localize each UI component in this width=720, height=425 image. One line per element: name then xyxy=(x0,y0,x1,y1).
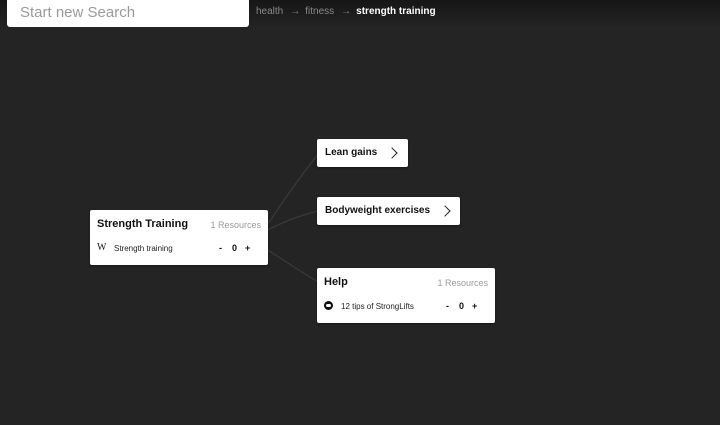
link-help xyxy=(267,249,319,283)
downvote-button[interactable]: - xyxy=(446,301,449,311)
vote-count: 0 xyxy=(232,243,238,253)
topic-title[interactable]: Strength Training xyxy=(97,218,188,230)
reddit-face xyxy=(326,304,331,307)
link-bodyweight xyxy=(267,210,319,231)
subtopic-card-lean-gains[interactable]: Lean gains xyxy=(317,139,408,167)
resource-count: 1 Resources xyxy=(210,220,261,230)
upvote-button[interactable]: + xyxy=(245,243,250,253)
chevron-right-icon[interactable] xyxy=(439,205,451,217)
subtopic-card-bodyweight-exercises[interactable]: Bodyweight exercises xyxy=(317,197,460,225)
reddit-icon xyxy=(324,301,333,310)
resource-count: 1 Resources xyxy=(437,278,488,288)
topic-card-strength-training[interactable]: Strength Training 1 Resources W Strength… xyxy=(90,210,268,265)
downvote-button[interactable]: - xyxy=(219,243,222,253)
topic-card-help[interactable]: Help 1 Resources 12 tips of StrongLifts … xyxy=(317,268,495,323)
resource-link[interactable]: 12 tips of StrongLifts xyxy=(341,302,414,311)
topic-title[interactable]: Help xyxy=(324,276,348,288)
resource-link[interactable]: Strength training xyxy=(114,244,173,253)
chevron-right-icon[interactable] xyxy=(386,147,398,159)
upvote-button[interactable]: + xyxy=(472,301,477,311)
wikipedia-icon: W xyxy=(97,242,107,253)
subtopic-title[interactable]: Lean gains xyxy=(325,147,377,158)
vote-count: 0 xyxy=(459,301,465,311)
subtopic-title[interactable]: Bodyweight exercises xyxy=(325,205,430,216)
